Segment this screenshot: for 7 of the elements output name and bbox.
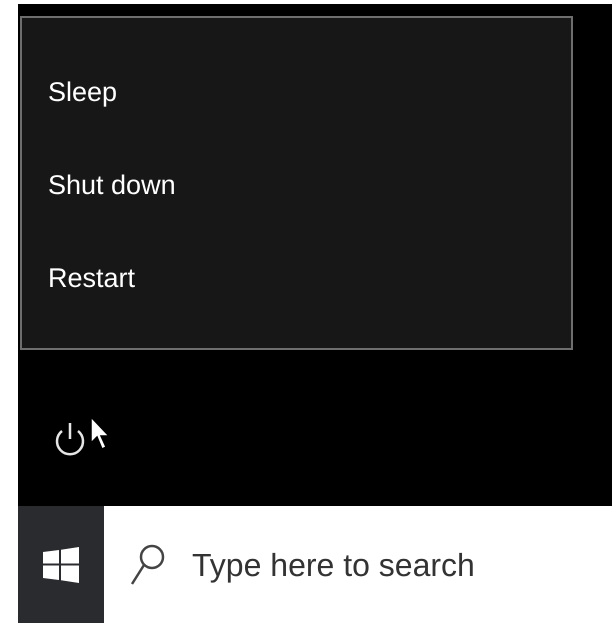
menu-item[interactable]: Restart (22, 232, 571, 325)
search-input[interactable]: Type here to search (192, 540, 612, 588)
windows-icon (43, 546, 79, 582)
menu-item[interactable]: Sleep (22, 46, 571, 139)
start-button[interactable] (18, 506, 104, 623)
search-icon (130, 542, 166, 586)
menu-item[interactable]: Shut down (22, 139, 571, 232)
